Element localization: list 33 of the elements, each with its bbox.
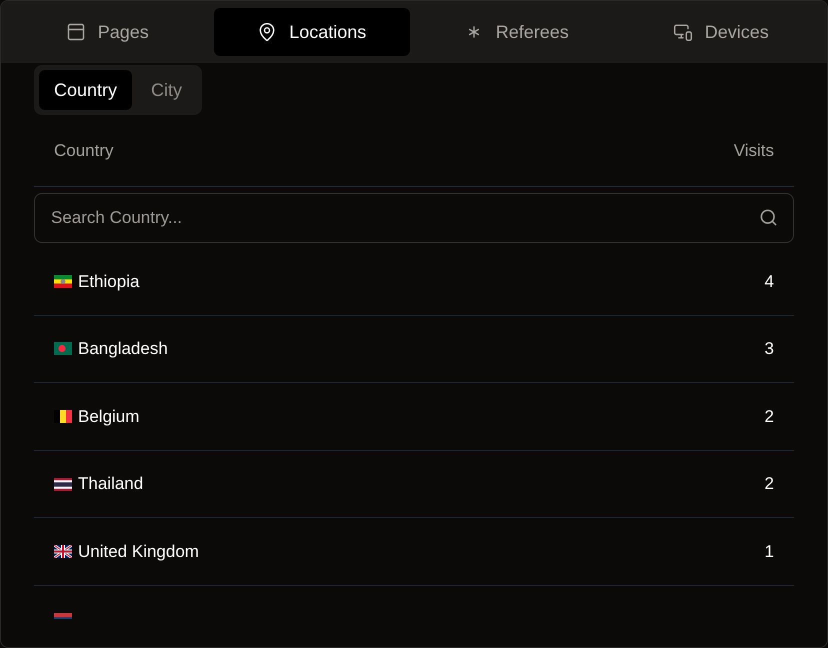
visits-count: 1 [764,540,774,563]
country-name: Bangladesh [78,338,168,360]
column-header: Visits [734,140,774,162]
table-row[interactable]: Ethiopia 4 [34,248,794,316]
table-row[interactable]: Belgium 2 [34,383,794,451]
table-row[interactable]: Bangladesh 3 [34,316,794,384]
flag-icon [54,342,72,356]
tab[interactable]: Devices [622,8,819,56]
flag-icon [54,274,72,288]
visits-count: 2 [764,406,774,428]
country-name: Belgium [78,406,140,428]
flag-icon [54,545,72,558]
devices-icon [672,22,693,42]
country-name: United Kingdom [78,540,199,563]
visits-count: 4 [764,270,774,293]
search-field[interactable]: Search Country... [34,193,794,243]
table-row[interactable]: Thailand 2 [34,450,794,518]
country-name: Ethiopia [78,270,140,293]
flag-icon [54,478,72,491]
flag-icon [54,410,72,423]
map-pin-icon [257,22,278,42]
column-header: Country [54,140,114,162]
search-icon [759,208,778,227]
segment-tab[interactable]: Country [39,70,132,110]
tab[interactable]: Referees [418,8,614,56]
tab[interactable]: Locations [214,8,410,56]
visits-count: 3 [764,338,774,360]
layout-icon [66,22,86,42]
country-name: Thailand [78,473,144,496]
table-row[interactable]: United Kingdom 1 [34,518,794,586]
visits-count: 2 [764,473,774,496]
segment-tab[interactable]: City [136,70,198,110]
tab[interactable]: Pages [9,8,206,56]
